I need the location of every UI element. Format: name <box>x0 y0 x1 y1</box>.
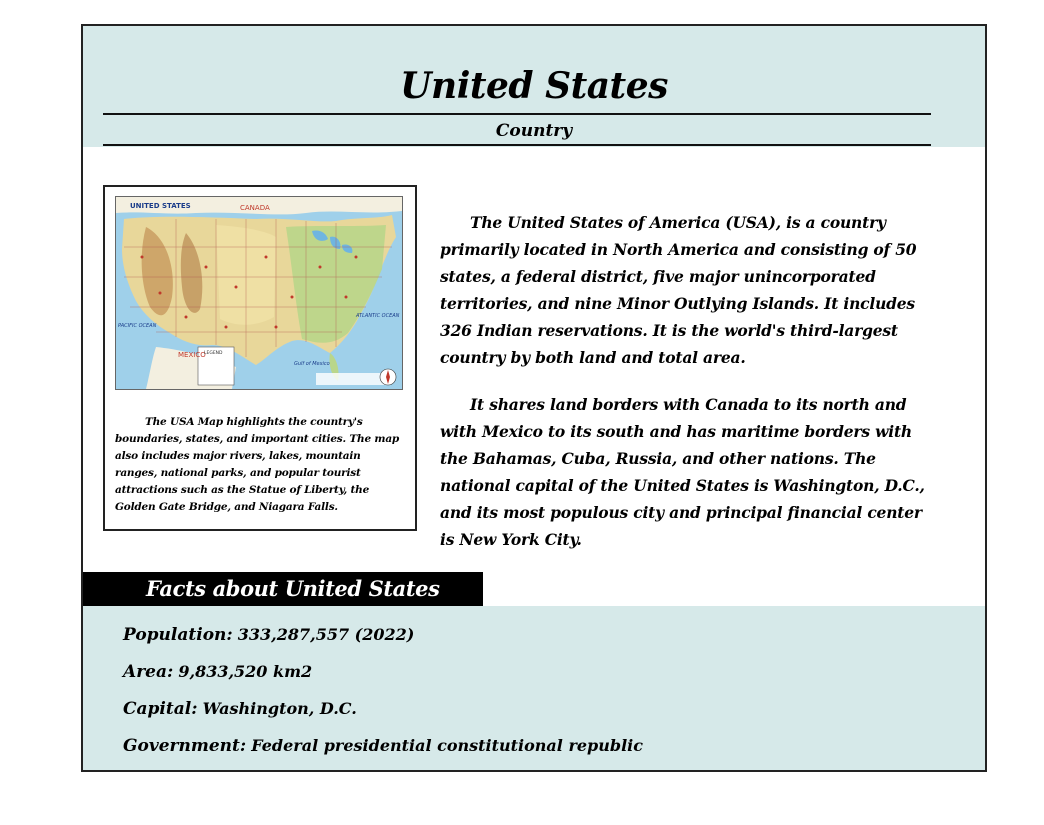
fact-government-value: Federal presidential constitutional repu… <box>251 736 643 755</box>
fact-population-label: Population: <box>123 625 233 645</box>
map-label-pacific: PACIFIC OCEAN <box>118 323 157 329</box>
map-label-country: UNITED STATES <box>130 202 191 210</box>
facts-heading-text: Facts about United States <box>146 576 440 601</box>
fact-capital-label: Capital: <box>123 699 198 719</box>
page: United States Country UNITED STATES CANA… <box>81 24 987 772</box>
map-label-mexico: MEXICO <box>178 351 206 359</box>
fact-government: Government: Federal presidential constit… <box>123 735 643 757</box>
facts-heading: Facts about United States <box>83 572 483 606</box>
usa-map-graphic: UNITED STATES CANADA MEXICO PACIFIC OCEA… <box>116 197 402 389</box>
map-label-gulf: Gulf of Mexico <box>294 361 330 367</box>
page-subtitle: Country <box>495 121 573 141</box>
subtitle-divider <box>103 144 931 146</box>
map-figure: UNITED STATES CANADA MEXICO PACIFIC OCEA… <box>103 185 417 531</box>
main-text: The United States of America (USA), is a… <box>440 209 940 573</box>
fact-capital: Capital: Washington, D.C. <box>123 698 357 720</box>
fact-area-value: 9,833,520 km2 <box>178 662 313 681</box>
paragraph-intro: The United States of America (USA), is a… <box>440 213 917 367</box>
usa-map-image: UNITED STATES CANADA MEXICO PACIFIC OCEA… <box>115 196 403 390</box>
facts-panel: Population: 333,287,557 (2022) Area: 9,8… <box>83 606 985 770</box>
title-divider <box>103 113 931 115</box>
map-label-atlantic: ATLANTIC OCEAN <box>355 313 400 319</box>
page-title: United States <box>400 65 668 107</box>
fact-population: Population: 333,287,557 (2022) <box>123 624 414 646</box>
fact-government-label: Government: <box>123 736 247 756</box>
fact-population-value: 333,287,557 (2022) <box>237 625 415 644</box>
header-panel: United States Country <box>83 26 985 147</box>
fact-area-label: Area: <box>123 662 174 682</box>
map-label-canada: CANADA <box>240 204 270 212</box>
fact-area: Area: 9,833,520 km2 <box>123 661 312 683</box>
fact-capital-value: Washington, D.C. <box>202 699 357 718</box>
map-caption: The USA Map highlights the country's bou… <box>115 416 400 513</box>
paragraph-borders: It shares land borders with Canada to it… <box>440 395 925 549</box>
map-label-legend: LEGEND <box>204 350 223 356</box>
